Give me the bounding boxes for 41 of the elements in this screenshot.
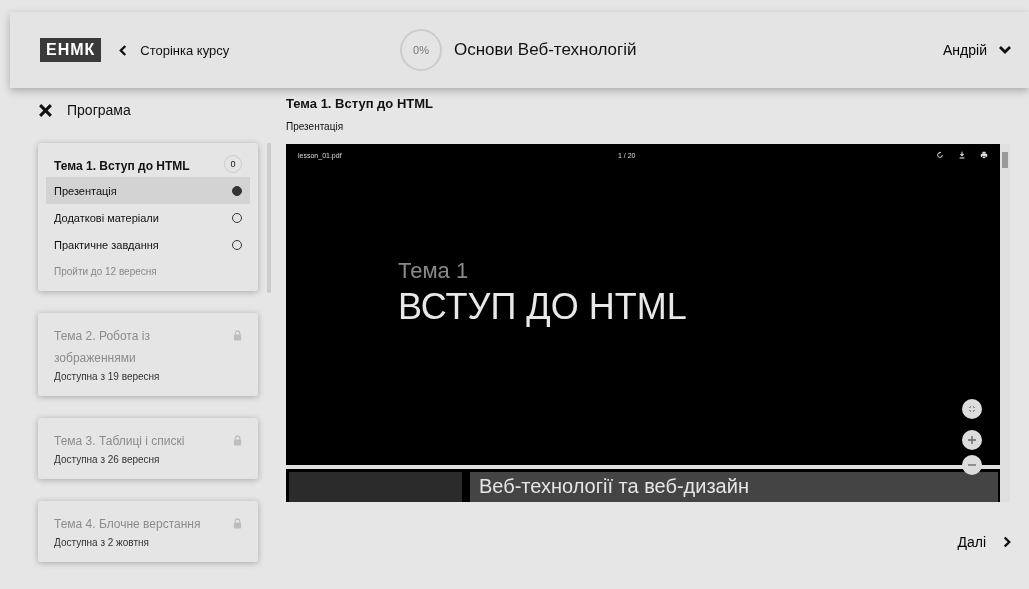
sidebar-title: Програма — [67, 102, 131, 118]
lock-icon — [233, 330, 242, 341]
download-icon[interactable] — [958, 151, 966, 159]
topic-card[interactable]: Тема 2. Робота із зображеннями Доступна з 19 вересня — [38, 313, 258, 396]
availability-note: Доступна з 2 жовтня — [53, 536, 150, 548]
refresh-icon[interactable] — [936, 151, 944, 159]
lesson-item[interactable]: Додаткові матеріали — [46, 204, 250, 231]
course-title: Основи Веб-технологій — [454, 40, 637, 60]
topic-title: Тема 3. Таблиці і спискі — [54, 433, 186, 450]
lesson-item[interactable]: Презентація — [46, 177, 250, 204]
slide-heading: Веб-технології та веб-дизайн — [470, 472, 998, 502]
slide-subtitle: Тема 1 — [398, 258, 470, 284]
topic-card[interactable]: Тема 3. Таблиці і спискі Доступна з 26 вересня — [38, 418, 258, 479]
slide-title: ВСТУП ДО HTML — [398, 286, 688, 328]
print-icon[interactable] — [980, 151, 988, 159]
lesson-subtitle: Презентація — [286, 121, 345, 132]
topic-title: Тема 1. Вступ до HTML — [54, 158, 190, 175]
availability-note: Доступна з 19 вересня — [53, 370, 161, 382]
chevron-left-icon — [119, 44, 129, 56]
progress-circle: 0% — [400, 29, 442, 71]
topic-card[interactable]: Тема 4. Блочне верстання Доступна з 2 жовтня — [38, 501, 258, 562]
next-button[interactable]: Далі — [957, 534, 1011, 550]
logo[interactable]: ЕНМК — [40, 38, 102, 62]
availability-note: Доступна з 26 вересня — [53, 453, 161, 465]
lesson-item[interactable]: Практичне завдання — [46, 231, 250, 258]
availability-note: Пройти до 12 вересня — [53, 265, 158, 277]
chevron-right-icon — [1002, 536, 1011, 548]
topic-title: Тема 4. Блочне верстання — [54, 516, 202, 533]
chevron-down-icon — [999, 45, 1011, 55]
user-menu-button[interactable]: Андрій — [943, 42, 1011, 58]
topic-card[interactable]: Тема 1. Вступ до HTML 0 Презентація Додаткові матеріали Практичне завдання Пройти до 12 вересня — [38, 143, 258, 291]
zoom-in-button[interactable] — [962, 430, 982, 450]
close-icon[interactable] — [38, 102, 53, 118]
zoom-out-button[interactable] — [962, 455, 982, 475]
course-page-link[interactable]: Сторінка курсу — [119, 42, 230, 58]
lock-icon — [233, 435, 242, 446]
lesson-title: Тема 1. Вступ до HTML — [286, 96, 434, 111]
fit-page-button[interactable] — [962, 399, 982, 419]
lock-icon — [233, 518, 242, 529]
topic-title: Тема 2. Робота із зображеннями — [54, 328, 151, 367]
scrollbar[interactable] — [1000, 144, 1010, 502]
